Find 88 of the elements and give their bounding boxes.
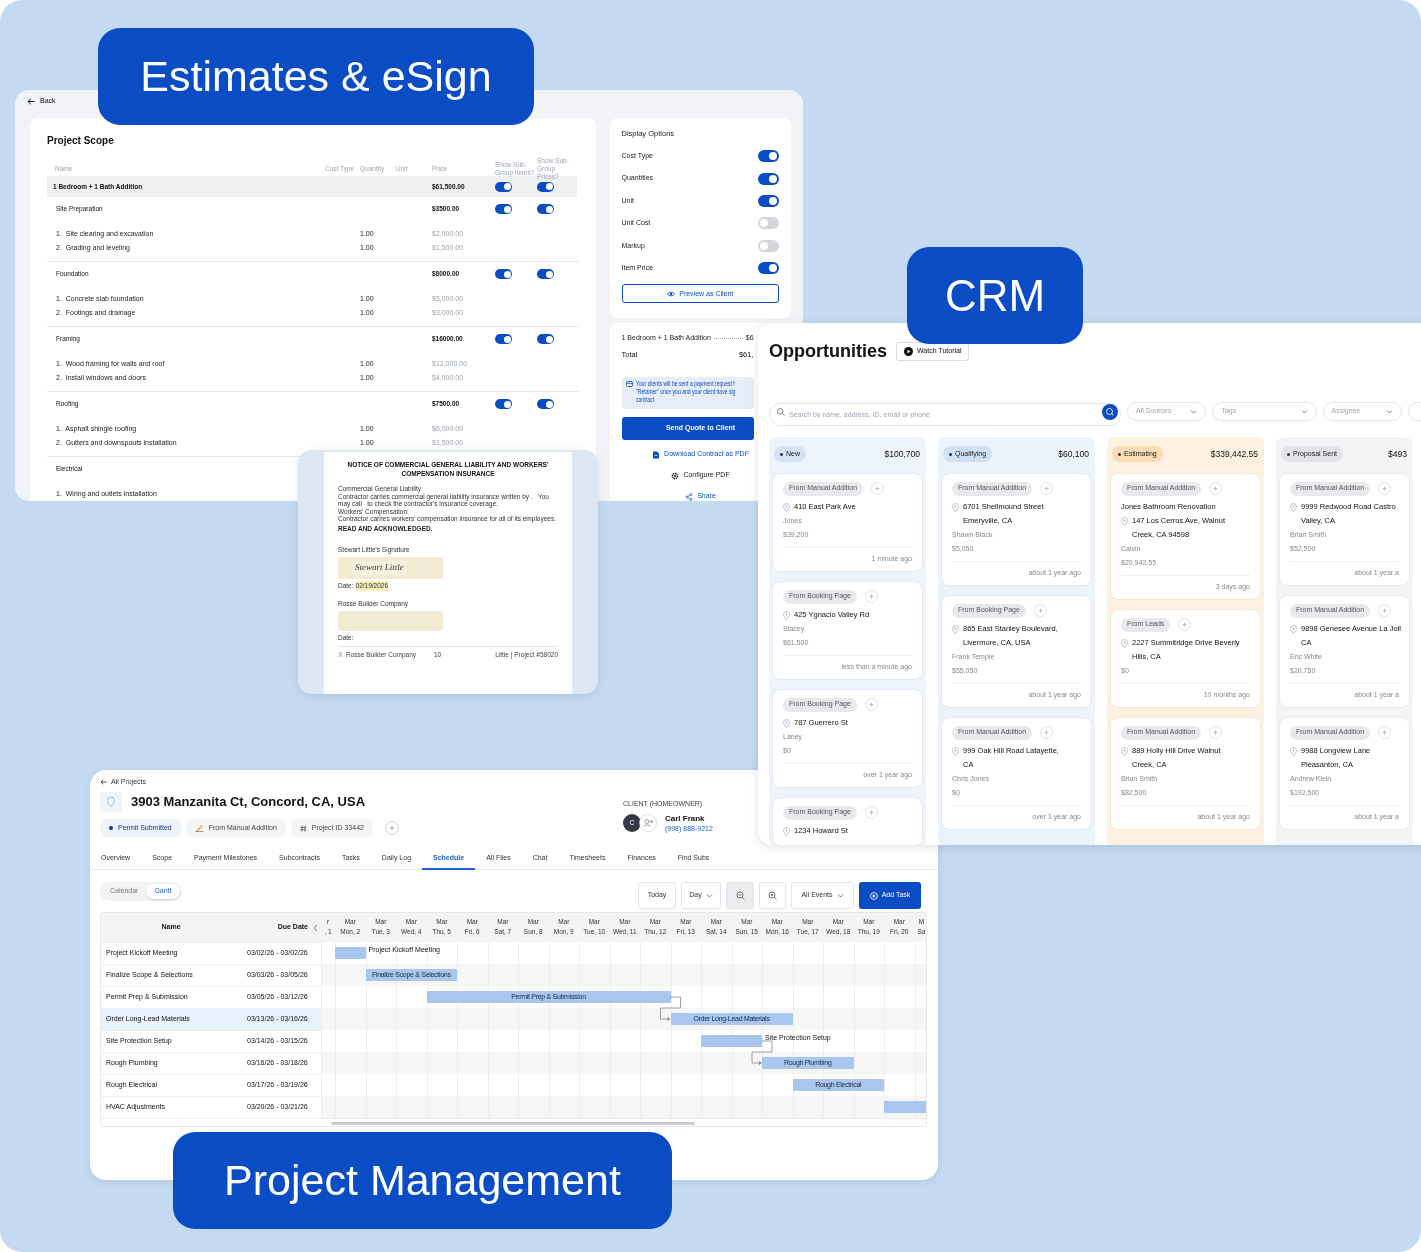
- chevron-down-icon: [705, 893, 713, 898]
- chevron-down-icon: [1300, 409, 1308, 414]
- add-button[interactable]: [864, 806, 878, 819]
- add-button[interactable]: [384, 821, 399, 835]
- add-button[interactable]: [1378, 482, 1392, 495]
- add-button[interactable]: [1178, 618, 1192, 631]
- plus-circle-icon: [869, 891, 878, 900]
- status-dot-icon: [1118, 452, 1121, 456]
- task-bar[interactable]: [335, 947, 366, 959]
- toggle-switch[interactable]: [537, 204, 554, 214]
- toggle-switch[interactable]: [537, 269, 554, 279]
- location-pin-icon: [1290, 502, 1297, 512]
- page-title: Opportunities: [769, 340, 887, 362]
- location-pin-icon: [952, 746, 959, 756]
- toggle-switch[interactable]: [758, 194, 779, 207]
- add-button[interactable]: [864, 590, 878, 603]
- play-icon: [904, 346, 913, 356]
- document-icon: [652, 450, 661, 459]
- feature-title: CRM: [907, 247, 1083, 344]
- location-pin-icon: [952, 502, 959, 512]
- signature: Stewart Little: [352, 561, 407, 575]
- location-pin-icon: [783, 718, 790, 728]
- toggle-switch[interactable]: [537, 399, 554, 409]
- toggle-switch[interactable]: [758, 239, 779, 252]
- search-button[interactable]: [1102, 403, 1118, 420]
- toggle-switch[interactable]: [495, 181, 512, 192]
- person-icon: [338, 652, 343, 658]
- status-dot-icon: [1287, 452, 1290, 456]
- add-button[interactable]: [1040, 726, 1054, 739]
- column-total: $100,700: [884, 447, 920, 461]
- location-pin-icon: [1121, 516, 1128, 526]
- toggle-switch[interactable]: [758, 150, 779, 163]
- add-person-icon[interactable]: [639, 814, 657, 832]
- location-pin-icon: [100, 792, 122, 812]
- eye-icon: [667, 290, 676, 297]
- add-button[interactable]: [1040, 482, 1054, 495]
- chevron-left-icon[interactable]: [313, 923, 318, 932]
- location-pin-icon: [1290, 746, 1297, 756]
- task-bar[interactable]: [701, 1035, 762, 1047]
- back-arrow-icon: [100, 779, 107, 785]
- add-button[interactable]: [1033, 604, 1047, 617]
- hash-icon: [299, 824, 307, 832]
- zoom-out-icon: [735, 891, 745, 900]
- status-dot-icon: [109, 826, 113, 830]
- add-button[interactable]: [1378, 604, 1392, 617]
- card-icon: [625, 380, 633, 387]
- toggle-switch[interactable]: [758, 172, 779, 185]
- column-total: $60,100: [1058, 447, 1089, 461]
- section-title: Project Scope: [47, 134, 115, 148]
- zoom-out-button[interactable]: [726, 882, 754, 909]
- add-button[interactable]: [1209, 726, 1223, 739]
- toggle-switch[interactable]: [495, 204, 512, 214]
- client-name: Carl Frank: [665, 813, 706, 824]
- location-pin-icon: [1121, 746, 1128, 756]
- location-pin-icon: [1290, 624, 1297, 634]
- toggle-switch[interactable]: [495, 399, 512, 409]
- share-icon: [685, 492, 694, 501]
- pencil-icon: [194, 824, 204, 832]
- project-title: 3903 Manzanita Ct, Concord, CA, USA: [131, 793, 366, 812]
- toggle-switch[interactable]: [495, 269, 512, 279]
- add-button[interactable]: [1209, 482, 1223, 495]
- toggle-switch[interactable]: [537, 334, 554, 344]
- column-total: $493: [1388, 447, 1407, 461]
- zoom-in-icon: [768, 891, 777, 900]
- search-icon: [777, 407, 785, 416]
- chevron-down-icon: [836, 893, 844, 898]
- location-pin-icon: [952, 624, 959, 634]
- chevron-down-icon: [1386, 409, 1393, 414]
- toggle-switch[interactable]: [758, 217, 779, 230]
- toggle-switch[interactable]: [537, 181, 554, 192]
- location-pin-icon: [783, 610, 790, 620]
- location-pin-icon: [783, 826, 790, 836]
- add-button[interactable]: [871, 482, 885, 495]
- location-pin-icon: [783, 502, 790, 512]
- toggle-switch[interactable]: [758, 262, 779, 275]
- add-button[interactable]: [864, 698, 878, 711]
- toggle-switch[interactable]: [495, 334, 512, 344]
- status-dot-icon: [949, 452, 952, 456]
- feature-title: Estimates & eSign: [98, 28, 534, 125]
- chevron-down-icon: [1190, 409, 1198, 414]
- zoom-in-button[interactable]: [759, 882, 786, 909]
- location-pin-icon: [1121, 638, 1128, 648]
- back-arrow-icon: [27, 97, 35, 105]
- gear-icon: [671, 471, 680, 480]
- feature-title: Project Management: [173, 1132, 672, 1229]
- status-dot-icon: [780, 452, 783, 456]
- column-total: $339,442.55: [1210, 447, 1258, 461]
- add-button[interactable]: [1378, 726, 1392, 739]
